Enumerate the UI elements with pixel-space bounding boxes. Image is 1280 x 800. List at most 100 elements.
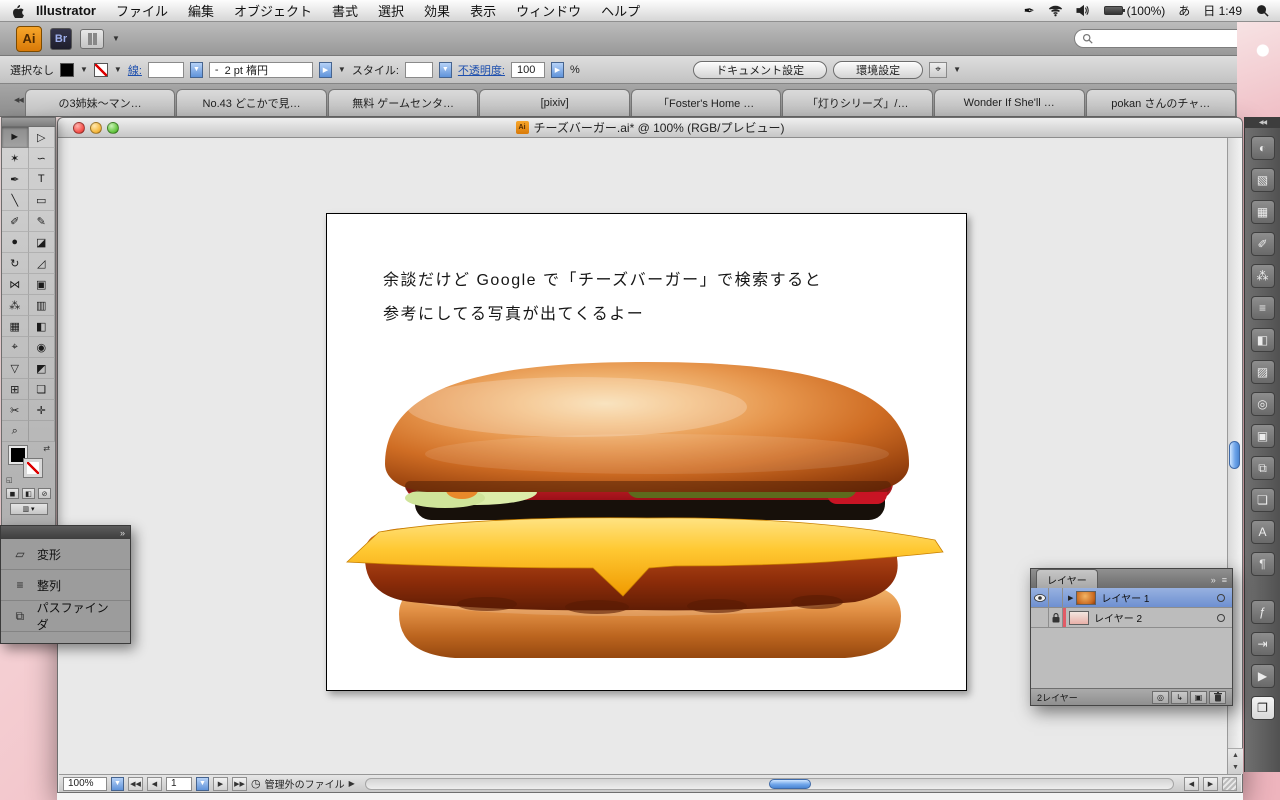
paintbrush-tool[interactable]: ✐ <box>2 211 29 232</box>
ime-indicator[interactable]: あ <box>1178 2 1190 19</box>
battery-indicator[interactable]: (100%) <box>1103 4 1165 18</box>
pen-input-icon[interactable]: ✒ <box>1024 3 1035 19</box>
menubar-item[interactable]: ヘルプ <box>591 1 650 20</box>
pen-tool[interactable]: ✒ <box>2 169 29 190</box>
horizontal-scrollbar-thumb[interactable] <box>769 778 812 789</box>
browser-tab[interactable]: Wonder If She'll … <box>933 89 1085 116</box>
rotate-tool[interactable]: ↻ <box>2 253 29 274</box>
type-tool[interactable]: T <box>28 169 55 190</box>
appearance-panel-icon[interactable]: ◎ <box>1250 392 1275 416</box>
swap-fill-stroke-icon[interactable]: ⇄ <box>43 444 50 453</box>
preferences-button[interactable]: 環境設定 <box>833 60 924 79</box>
layer-target-icon[interactable] <box>1217 613 1225 622</box>
layer-row-2[interactable]: レイヤー 2 <box>1031 608 1232 628</box>
floating-panel-header[interactable]: » <box>1 526 130 539</box>
slice-tool[interactable]: ✂ <box>2 400 29 421</box>
browser-tab[interactable]: [pixiv] <box>479 89 630 116</box>
make-clipping-mask-button[interactable]: ◎ <box>1152 690 1169 704</box>
stroke-weight-label[interactable]: 線: <box>128 62 142 78</box>
scroll-right-button[interactable]: ▶ <box>1203 776 1218 791</box>
pencil-tool[interactable]: ✎ <box>28 211 55 232</box>
stroke-swatch[interactable] <box>93 62 108 77</box>
color-mode-button[interactable]: ◼ <box>6 488 19 499</box>
menubar-item[interactable]: 書式 <box>322 1 368 20</box>
live-paint-bucket-tool[interactable]: ▽ <box>2 358 29 379</box>
wifi-icon[interactable] <box>1048 4 1063 17</box>
layer-thumbnail[interactable] <box>1069 610 1089 625</box>
page-number-field[interactable]: 1 <box>166 776 192 791</box>
transform-item[interactable]: ▱ 変形 <box>1 539 130 570</box>
layer-row-1[interactable]: ▶ レイヤー 1 <box>1031 588 1232 608</box>
transparency-panel-icon[interactable]: ▨ <box>1250 360 1275 384</box>
brush-dropdown[interactable]: ▶ <box>318 61 332 78</box>
empty-slot[interactable] <box>28 421 55 442</box>
spotlight-icon[interactable] <box>1255 4 1270 17</box>
actions-panel-icon[interactable]: ▶ <box>1250 664 1275 688</box>
arrange-documents-icon[interactable] <box>80 28 104 49</box>
menubar-clock[interactable]: 日 1:49 <box>1203 2 1242 19</box>
free-transform-tool[interactable]: ▣ <box>28 274 55 295</box>
opacity-dropdown[interactable]: ▶ <box>550 61 564 78</box>
menubar-item[interactable]: ウィンドウ <box>506 1 591 20</box>
live-paint-selection-tool[interactable]: ◩ <box>28 358 55 379</box>
symbols-panel-icon[interactable]: ⁂ <box>1250 264 1275 288</box>
brushes-panel-icon[interactable]: ✐ <box>1250 232 1275 256</box>
document-setup-button[interactable]: ドキュメント設定 <box>693 60 828 79</box>
artboard-tool[interactable]: ❏ <box>28 379 55 400</box>
browser-tab[interactable]: 無料 ゲームセンタ… <box>327 89 479 116</box>
zoom-tool[interactable]: ⌕ <box>2 421 29 442</box>
prev-page-button[interactable]: ◀ <box>147 776 162 791</box>
menubar-item[interactable]: ファイル <box>106 1 178 20</box>
illustrator-logo[interactable]: Ai <box>16 25 42 52</box>
tabs-panel-icon[interactable]: ⇥ <box>1250 632 1275 656</box>
scale-tool[interactable]: ◿ <box>28 253 55 274</box>
lasso-tool[interactable]: ∽ <box>28 148 55 169</box>
fill-swatch[interactable] <box>60 62 74 77</box>
gradient-panel-icon[interactable]: ◧ <box>1250 328 1275 352</box>
stroke-weight-field[interactable] <box>147 61 184 78</box>
search-input[interactable] <box>1074 29 1264 48</box>
bridge-button[interactable]: Br <box>50 27 72 50</box>
volume-icon[interactable] <box>1076 4 1091 17</box>
menubar-item[interactable]: 効果 <box>414 1 460 20</box>
layer-target-icon[interactable] <box>1217 593 1225 602</box>
gradient-mode-button[interactable]: ◧ <box>22 488 35 499</box>
lock-toggle[interactable] <box>1049 608 1063 627</box>
zoom-dropdown[interactable]: ▼ <box>111 776 124 791</box>
next-page-button[interactable]: ▶ <box>213 776 228 791</box>
gradient-tool[interactable]: ◧ <box>28 316 55 337</box>
align-item[interactable]: ≡ 整列 <box>1 570 130 601</box>
apple-menu-icon[interactable] <box>10 4 24 18</box>
selection-options-icon[interactable]: ⌖ <box>929 61 948 78</box>
menubar-item[interactable]: オブジェクト <box>224 1 322 20</box>
width-tool[interactable]: ⋈ <box>2 274 29 295</box>
pathfinder-item[interactable]: ⧉ パスファインダ <box>1 601 130 632</box>
collapse-panel-icon[interactable]: » <box>120 528 125 538</box>
status-flyout-arrow[interactable]: ▶ <box>349 779 355 788</box>
menubar-app-name[interactable]: Illustrator <box>24 3 106 18</box>
close-button[interactable] <box>73 122 85 134</box>
brush-definition-field[interactable]: - 2 pt 楕円 <box>208 61 313 78</box>
scroll-left-button[interactable]: ◀ <box>1184 776 1199 791</box>
rectangle-tool[interactable]: ▭ <box>28 190 55 211</box>
panel-collapse-icon[interactable]: » <box>1211 575 1216 585</box>
first-page-button[interactable]: ◀◀ <box>128 776 143 791</box>
layers-tab[interactable]: レイヤー <box>1036 569 1098 588</box>
visibility-toggle-off[interactable] <box>1031 608 1049 627</box>
graph-tool[interactable]: ▥ <box>28 295 55 316</box>
style-field[interactable] <box>404 61 433 78</box>
line-tool[interactable]: ╲ <box>2 190 29 211</box>
layer-name[interactable]: レイヤー 2 <box>1094 610 1142 625</box>
mesh-tool[interactable]: ▦ <box>2 316 29 337</box>
vertical-scrollbar-thumb[interactable] <box>1229 441 1240 469</box>
menubar-item[interactable]: 選択 <box>368 1 414 20</box>
panel-menu-icon[interactable]: ≡ <box>1222 575 1227 585</box>
tools-panel-header[interactable] <box>2 118 55 127</box>
opacity-field[interactable]: 100 <box>510 61 545 78</box>
menubar-item[interactable]: 表示 <box>460 1 506 20</box>
stroke-panel-icon[interactable]: ≡ <box>1250 296 1275 320</box>
browser-tab[interactable]: の3姉妹〜マン… <box>24 89 176 116</box>
selection-options-arrow[interactable]: ▼ <box>953 65 961 74</box>
last-page-button[interactable]: ▶▶ <box>232 776 247 791</box>
none-mode-button[interactable]: ⊘ <box>38 488 51 499</box>
